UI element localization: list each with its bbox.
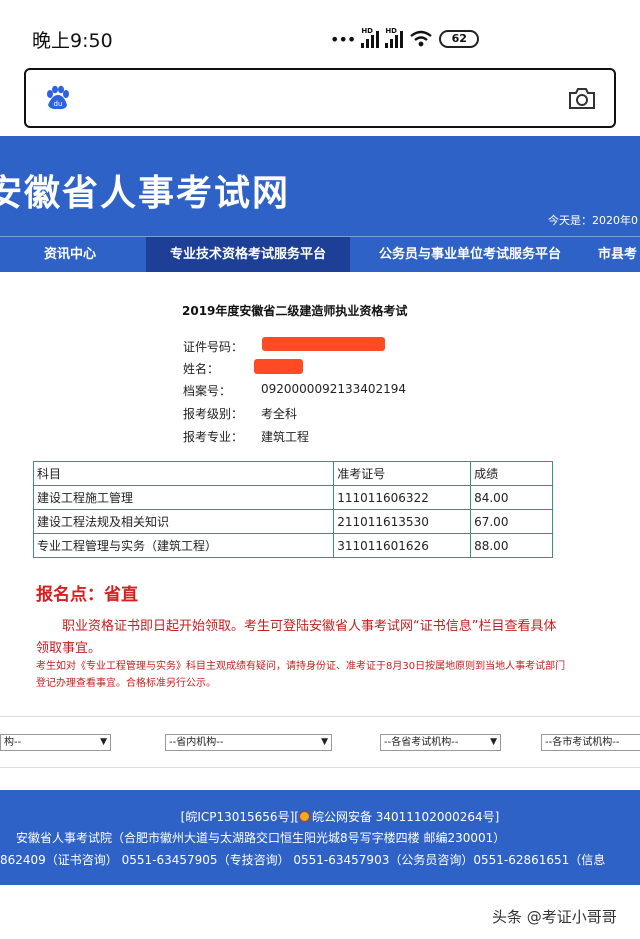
subject-cell: 专业工程管理与实务（建筑工程）: [32, 533, 335, 558]
score-cell: 67.00: [470, 509, 553, 534]
police-record-text[interactable]: 皖公网安备 34011102000264号]: [312, 810, 499, 824]
select-province-exam-agency[interactable]: --各省考试机构-- ▼: [380, 734, 501, 751]
watermark-text: 头条 @考证小哥哥: [492, 908, 617, 926]
id-redaction: [262, 337, 385, 351]
table-row: 专业工程管理与实务（建筑工程） 311011601626 88.00: [32, 533, 553, 558]
site-date: 今天是：2020年0: [548, 214, 638, 227]
select-city-exam-agency-value: --各市考试机构--: [545, 737, 620, 748]
ticket-cell: 211011613530: [333, 509, 472, 534]
footer-address: 安徽省人事考试院（合肥市徽州大道与太湖路交口恒生阳光城8号写字楼四楼 邮编230…: [16, 831, 506, 845]
status-icons: ••• HD HD 62: [330, 27, 480, 50]
signal-1-icon: HD: [361, 27, 380, 48]
link-select-row: 构-- ▼ --省内机构-- ▼ --各省考试机构-- ▼ --各市考试机构--: [0, 716, 640, 768]
score-table: 科目 准考证号 成绩 建设工程施工管理 111011606322 84.00 建…: [32, 461, 553, 558]
id-label: 证件号码：: [183, 340, 244, 354]
nav-item-civil-service-platform[interactable]: 公务员与事业单位考试服务平台: [356, 237, 584, 272]
more-dots-icon: •••: [330, 29, 356, 49]
subject-cell: 建设工程法规及相关知识: [32, 509, 335, 534]
table-row: 建设工程施工管理 111011606322 84.00: [32, 485, 553, 510]
footer-icp-line: [皖ICP13015656号][ 皖公网安备 34011102000264号]: [0, 808, 640, 825]
site-footer: [皖ICP13015656号][ 皖公网安备 34011102000264号] 安…: [0, 790, 640, 885]
nav-item-city-county[interactable]: 市县考: [598, 237, 640, 272]
baidu-paw-icon[interactable]: du: [44, 85, 70, 111]
exam-title: 2019年度安徽省二级建造师执业资格考试: [182, 304, 408, 318]
ticket-cell: 111011606322: [333, 485, 472, 510]
dropdown-arrow-icon: ▼: [490, 737, 497, 747]
major-label: 报考专业：: [183, 430, 244, 444]
select-institution[interactable]: 构-- ▼: [0, 734, 111, 751]
signal-2-icon: HD: [385, 27, 404, 48]
nav-item-news[interactable]: 资讯中心: [0, 237, 140, 272]
select-institution-value: 构--: [4, 737, 22, 748]
hd-label-1: HD: [361, 27, 373, 35]
hd-label-2: HD: [385, 27, 397, 35]
police-badge-icon: [298, 811, 310, 822]
score-cell: 88.00: [470, 533, 553, 558]
ticket-cell: 311011601626: [333, 533, 472, 558]
status-time: 晚上9:50: [32, 30, 113, 52]
sign-place: 报名点：省直: [36, 585, 138, 605]
select-province-exam-agency-value: --各省考试机构--: [384, 737, 459, 748]
site-header: 安徽省人事考试网 今天是：2020年0: [0, 136, 640, 236]
icp-text[interactable]: [皖ICP13015656号][: [181, 810, 299, 824]
dropdown-arrow-icon: ▼: [321, 737, 328, 747]
svg-text:du: du: [54, 100, 63, 108]
score-cell: 84.00: [470, 485, 553, 510]
site-title: 安徽省人事考试网: [0, 173, 291, 214]
camera-icon[interactable]: [568, 86, 596, 110]
browser-search-bar[interactable]: du: [24, 68, 616, 128]
header-subject: 科目: [32, 461, 335, 486]
dropdown-arrow-icon: ▼: [100, 737, 107, 747]
header-ticket: 准考证号: [333, 461, 472, 486]
header-score: 成绩: [470, 461, 553, 486]
name-label: 姓名：: [183, 362, 220, 376]
major-value: 建筑工程: [261, 430, 310, 444]
subject-cell: 建设工程施工管理: [32, 485, 335, 510]
battery-icon: 62: [439, 30, 480, 48]
table-row: 建设工程法规及相关知识 211011613530 67.00: [32, 509, 553, 534]
nav-item-professional-platform[interactable]: 专业技术资格考试服务平台: [146, 237, 350, 272]
main-nav: 资讯中心 专业技术资格考试服务平台 公务员与事业单位考试服务平台 市县考: [0, 236, 640, 272]
archive-label: 档案号：: [183, 384, 232, 398]
level-label: 报考级别：: [183, 407, 244, 421]
wifi-icon: [410, 30, 433, 47]
archive-value: 092000009213340219​4: [261, 382, 407, 396]
select-city-exam-agency[interactable]: --各市考试机构--: [541, 734, 640, 751]
footer-phones: 862409（证书咨询） 0551-63457905（专技咨询） 0551-63…: [0, 853, 606, 867]
name-redaction: [254, 359, 303, 374]
notice-main: 职业资格证书即日起开始领取。考生可登陆安徽省人事考试网“证书信息”栏目查看具体领…: [36, 619, 557, 656]
select-provincial-institution-value: --省内机构--: [169, 737, 224, 748]
table-header-row: 科目 准考证号 成绩: [32, 461, 553, 486]
level-value: 考全科: [261, 407, 298, 421]
notice-sub: 考生如对《专业工程管理与实务》科目主观成绩有疑问，请持身份证、准考证于8月30日…: [36, 661, 566, 689]
select-provincial-institution[interactable]: --省内机构-- ▼: [165, 734, 332, 751]
